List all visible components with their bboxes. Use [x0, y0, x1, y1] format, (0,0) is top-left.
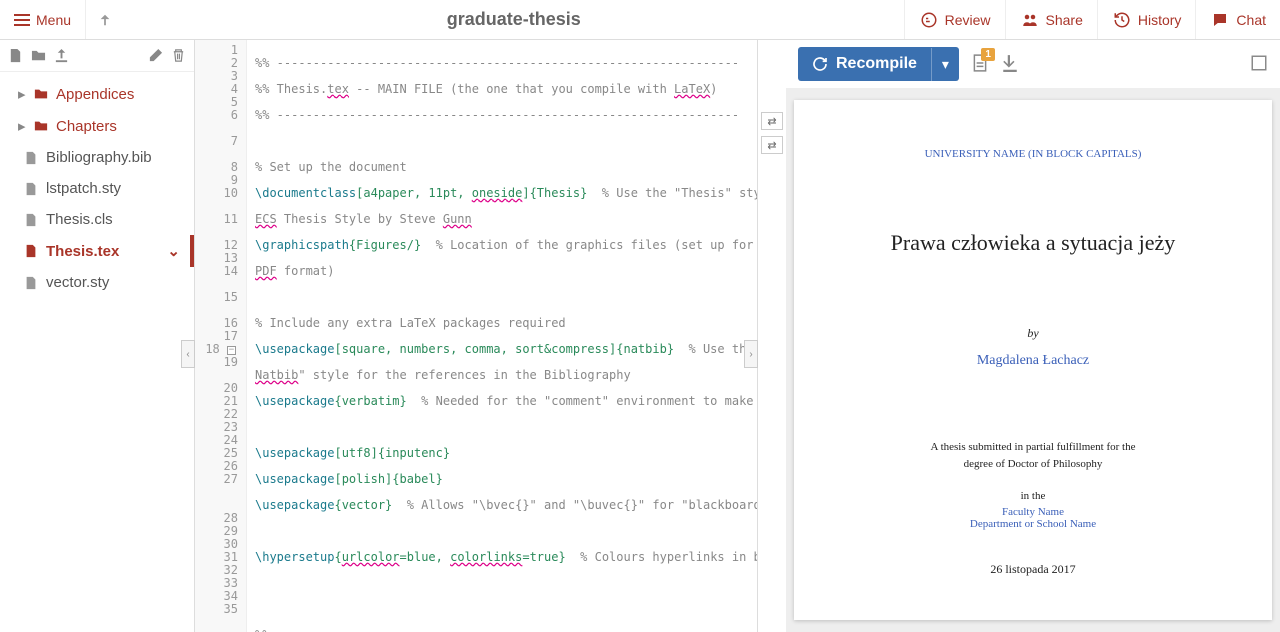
chevron-down-icon[interactable]: ⌄	[167, 242, 180, 260]
folder-icon	[34, 119, 48, 133]
pdf-viewer[interactable]: UNIVERSITY NAME (IN BLOCK CAPITALS) Praw…	[786, 88, 1280, 632]
menu-label: Menu	[36, 12, 71, 28]
file-label: Thesis.cls	[46, 211, 113, 228]
pdf-date: 26 listopada 2017	[834, 562, 1232, 577]
warning-badge: 1	[981, 48, 995, 61]
download-button[interactable]	[1001, 54, 1019, 75]
collapse-file-panel[interactable]: ‹	[181, 340, 195, 368]
editor-panel[interactable]: 123456789101112131415161718 −19202122232…	[195, 40, 758, 632]
caret-right-icon: ▸	[18, 85, 26, 103]
top-toolbar: Menu graduate-thesis Review Share Histor…	[0, 0, 1280, 40]
menu-button[interactable]: Menu	[0, 0, 86, 39]
file-toolbar	[0, 40, 194, 72]
pdf-by: by	[834, 326, 1232, 341]
folder-appendices[interactable]: ▸ Appendices	[0, 78, 194, 110]
recompile-dropdown[interactable]: ▾	[931, 48, 959, 81]
sync-column: ⇄ ⇄	[758, 40, 786, 632]
download-icon	[1001, 54, 1019, 72]
pdf-toolbar: Recompile ▾ 1	[786, 40, 1280, 88]
file-label: Thesis.tex	[46, 243, 119, 260]
folder-chapters[interactable]: ▸ Chapters	[0, 110, 194, 142]
pdf-author: Magdalena Łachacz	[834, 353, 1232, 369]
review-button[interactable]: Review	[904, 0, 1005, 39]
file-icon	[24, 182, 38, 196]
file-label: Bibliography.bib	[46, 149, 152, 166]
folder-icon	[34, 87, 48, 101]
layout-button[interactable]	[1250, 54, 1268, 75]
caret-right-icon: ▸	[18, 117, 26, 135]
file-label: vector.sty	[46, 274, 109, 291]
review-label: Review	[945, 12, 991, 28]
share-icon	[1020, 11, 1040, 29]
history-button[interactable]: History	[1097, 0, 1196, 39]
recompile-button[interactable]: Recompile ▾	[798, 47, 959, 81]
history-label: History	[1138, 12, 1182, 28]
pdf-panel: Recompile ▾ 1 UNIVERSITY NAME (IN BLOCK …	[786, 40, 1280, 632]
file-bibliography[interactable]: Bibliography.bib	[0, 142, 194, 173]
share-button[interactable]: Share	[1005, 0, 1097, 39]
pdf-faculty: Faculty Name	[834, 506, 1232, 518]
history-icon	[1112, 11, 1132, 29]
file-icon	[24, 276, 38, 290]
folder-label: Appendices	[56, 86, 134, 103]
pdf-dept: Department or School Name	[834, 518, 1232, 530]
pdf-title: Prawa człowieka a sytuacja jeży	[834, 230, 1232, 256]
top-actions: Review Share History Chat	[904, 0, 1280, 39]
page-title: graduate-thesis	[124, 9, 904, 30]
folder-label: Chapters	[56, 118, 117, 135]
hamburger-icon	[14, 14, 30, 26]
new-folder-icon[interactable]	[31, 48, 46, 63]
up-button[interactable]	[86, 0, 124, 39]
expand-icon	[1250, 54, 1268, 72]
file-panel: ▸ Appendices ▸ Chapters Bibliography.bib…	[0, 40, 195, 632]
file-icon	[24, 213, 38, 227]
file-icon	[24, 244, 38, 258]
edit-icon[interactable]	[148, 48, 163, 63]
pdf-university: UNIVERSITY NAME (IN BLOCK CAPITALS)	[834, 148, 1232, 160]
code-area[interactable]: %% -------------------------------------…	[247, 40, 757, 632]
sync-to-code-button[interactable]: ⇄	[761, 136, 783, 154]
line-gutter: 123456789101112131415161718 −19202122232…	[195, 40, 247, 632]
chat-icon	[1210, 11, 1230, 29]
sync-to-pdf-button[interactable]: ⇄	[761, 112, 783, 130]
refresh-icon	[812, 56, 828, 72]
chat-button[interactable]: Chat	[1195, 0, 1280, 39]
upload-icon[interactable]	[54, 48, 69, 63]
new-file-icon[interactable]	[8, 48, 23, 63]
file-vector[interactable]: vector.sty	[0, 267, 194, 298]
pdf-subtitle: A thesis submitted in partial fulfillmen…	[834, 439, 1232, 472]
chat-label: Chat	[1236, 12, 1266, 28]
review-icon	[919, 11, 939, 29]
pdf-inthe: in the	[834, 490, 1232, 502]
delete-icon[interactable]	[171, 48, 186, 63]
logs-button[interactable]: 1	[971, 54, 989, 75]
file-icon	[24, 151, 38, 165]
up-arrow-icon	[98, 13, 112, 27]
share-label: Share	[1046, 12, 1083, 28]
pdf-page: UNIVERSITY NAME (IN BLOCK CAPITALS) Praw…	[794, 100, 1272, 620]
file-label: lstpatch.sty	[46, 180, 121, 197]
main-area: ▸ Appendices ▸ Chapters Bibliography.bib…	[0, 40, 1280, 632]
collapse-editor-panel[interactable]: ›	[744, 340, 758, 368]
file-thesis-tex[interactable]: Thesis.tex ⌄	[0, 235, 194, 267]
file-tree: ▸ Appendices ▸ Chapters Bibliography.bib…	[0, 72, 194, 304]
recompile-label: Recompile	[836, 55, 917, 73]
file-lstpatch[interactable]: lstpatch.sty	[0, 173, 194, 204]
file-thesis-cls[interactable]: Thesis.cls	[0, 204, 194, 235]
